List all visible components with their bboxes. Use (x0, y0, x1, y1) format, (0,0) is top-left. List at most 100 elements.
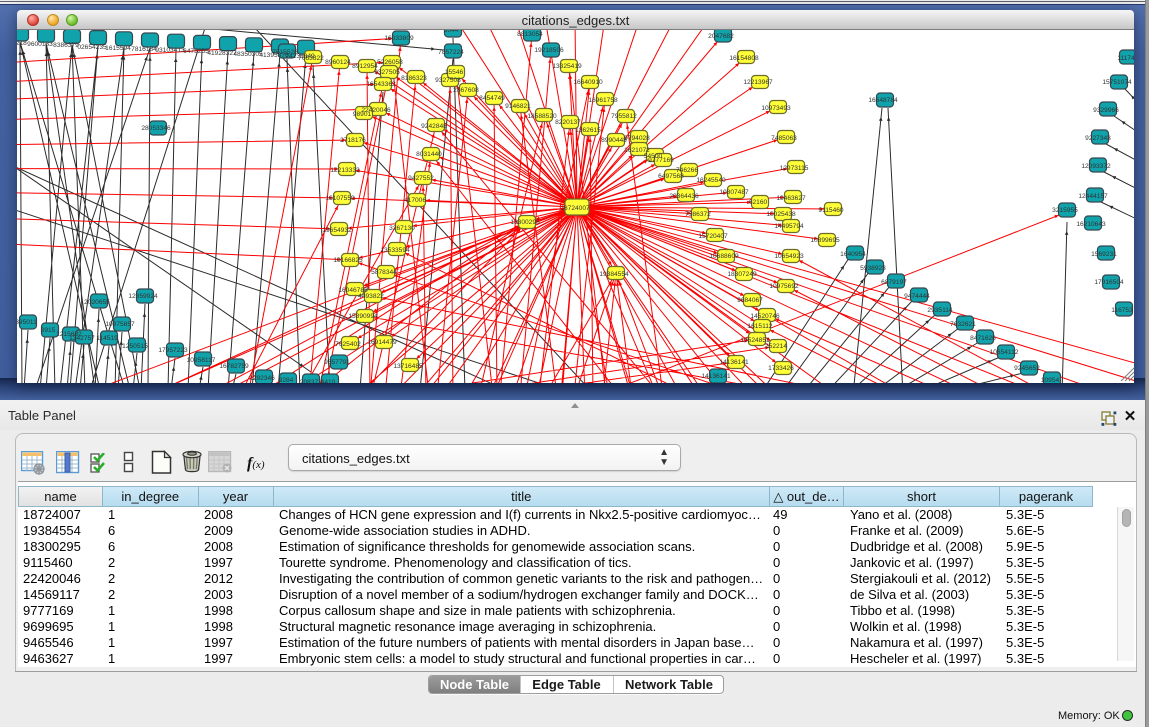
svg-text:1615594: 1615594 (105, 45, 131, 52)
svg-text:12359924: 12359924 (128, 293, 158, 300)
svg-text:10654923: 10654923 (774, 253, 804, 260)
svg-text:4493822: 4493822 (358, 293, 384, 300)
svg-text:19166825: 19166825 (333, 257, 363, 264)
svg-text:16210643: 16210643 (1076, 221, 1106, 228)
svg-text:1362615: 1362615 (575, 127, 601, 134)
svg-text:13325419: 13325419 (552, 63, 582, 70)
svg-text:14495794: 14495794 (774, 223, 804, 230)
svg-text:10899695: 10899695 (810, 237, 840, 244)
svg-text:7625402: 7625402 (335, 341, 361, 348)
svg-text:18300295: 18300295 (510, 219, 540, 226)
svg-text:10973493: 10973493 (761, 105, 791, 112)
svg-text:10958117: 10958117 (187, 357, 216, 364)
svg-text:18307249: 18307249 (727, 271, 757, 278)
svg-text:1250515: 1250515 (122, 343, 148, 350)
svg-text:15720407: 15720407 (698, 233, 728, 240)
svg-text:13716485: 13716485 (393, 363, 423, 370)
svg-text:7955812: 7955812 (611, 113, 637, 120)
svg-text:62160: 62160 (749, 199, 768, 206)
svg-text:8044: 8044 (444, 30, 459, 34)
svg-text:8220137: 8220137 (555, 119, 581, 126)
svg-text:19218506: 19218506 (534, 47, 564, 54)
svg-text:11174: 11174 (1117, 55, 1134, 62)
svg-text:10654112: 10654112 (990, 349, 1019, 356)
svg-text:16154808: 16154808 (729, 55, 759, 62)
svg-text:16914479: 16914479 (367, 339, 397, 346)
svg-text:3215955: 3215955 (1052, 207, 1078, 214)
svg-text:20837: 20837 (300, 379, 319, 383)
svg-text:16640910: 16640910 (573, 79, 603, 86)
svg-text:8813054: 8813054 (517, 31, 543, 38)
svg-text:14136141: 14136141 (719, 359, 749, 366)
svg-text:1615112: 1615112 (747, 323, 773, 330)
svg-text:19463627: 19463627 (776, 195, 806, 202)
svg-text:12213967: 12213967 (743, 79, 773, 86)
svg-text:9115460: 9115460 (818, 207, 844, 214)
svg-text:1640954: 1640954 (840, 251, 866, 258)
svg-text:12093372: 12093372 (1081, 163, 1111, 170)
svg-text:10688609: 10688609 (709, 253, 739, 260)
svg-text:7485063: 7485063 (771, 135, 797, 142)
svg-text:2047682: 2047682 (708, 33, 734, 40)
svg-text:16107559: 16107559 (325, 195, 355, 202)
svg-text:28053346: 28053346 (141, 125, 171, 132)
svg-text:7632621: 7632621 (950, 321, 976, 328)
svg-text:10025438: 10025438 (766, 211, 796, 218)
svg-text:12973115: 12973115 (780, 165, 809, 172)
svg-text:18588520: 18588520 (527, 113, 557, 120)
svg-text:8960124: 8960124 (325, 59, 351, 66)
svg-text:6497568: 6497568 (658, 173, 684, 180)
svg-text:114519: 114519 (96, 335, 118, 342)
svg-text:7663822: 7663822 (298, 55, 324, 62)
svg-text:14136141: 14136141 (701, 373, 731, 380)
svg-text:14520746: 14520746 (750, 313, 780, 320)
svg-text:02654235: 02654235 (77, 44, 107, 51)
svg-text:8031440: 8031440 (416, 151, 442, 158)
svg-text:8186323: 8186323 (401, 75, 427, 82)
svg-text:9245652: 9245652 (1014, 365, 1040, 372)
svg-text:16961758: 16961758 (588, 97, 618, 104)
svg-text:7816184: 7816184 (131, 46, 157, 53)
svg-text:2718176: 2718176 (340, 137, 366, 144)
svg-text:1342757: 1342757 (69, 335, 95, 342)
svg-text:7986372: 7986372 (685, 211, 711, 218)
svg-text:8471626: 8471626 (970, 335, 996, 342)
svg-text:17957223: 17957223 (158, 347, 188, 354)
svg-text:16648784: 16648784 (868, 97, 898, 104)
svg-text:3267130: 3267130 (389, 225, 415, 232)
svg-text:15751074: 15751074 (1102, 79, 1132, 86)
svg-text:18724007: 18724007 (560, 205, 590, 212)
svg-text:12213333: 12213333 (330, 167, 360, 174)
svg-text:9657791: 9657791 (324, 359, 350, 366)
svg-text:2020655: 2020655 (84, 299, 110, 306)
svg-text:19384554: 19384554 (599, 271, 629, 278)
svg-text:15890994: 15890994 (348, 313, 378, 320)
svg-text:12444157: 12444157 (1078, 193, 1108, 200)
svg-text:5938923: 5938923 (860, 265, 886, 272)
svg-text:9242848: 9242848 (421, 123, 447, 130)
svg-text:2867608: 2867608 (453, 87, 479, 94)
svg-text:1569231: 1569231 (1091, 251, 1117, 258)
svg-text:9777169: 9777169 (648, 157, 674, 164)
svg-text:16245540: 16245540 (696, 177, 726, 184)
svg-text:9794028: 9794028 (624, 135, 650, 142)
svg-text:9327508: 9327508 (435, 77, 461, 84)
svg-text:9284: 9284 (279, 377, 294, 383)
svg-text:5226058: 5226058 (377, 59, 403, 66)
svg-text:9427552: 9427552 (408, 175, 434, 182)
svg-text:9227343: 9227343 (1085, 135, 1111, 142)
svg-text:0433218: 0433218 (17, 40, 27, 47)
svg-text:417006: 417006 (404, 197, 426, 204)
svg-text:9684067: 9684067 (737, 297, 763, 304)
svg-text:3915: 3915 (41, 327, 56, 334)
svg-text:7857224: 7857224 (438, 49, 464, 56)
svg-text:9327505: 9327505 (374, 69, 400, 76)
svg-text:4410: 4410 (321, 379, 336, 383)
svg-text:1292346: 1292346 (249, 375, 275, 382)
svg-text:9329966: 9329966 (1093, 107, 1119, 114)
svg-text:8386379: 8386379 (53, 42, 79, 49)
svg-text:8454749: 8454749 (479, 95, 505, 102)
svg-text:19654932: 19654932 (322, 227, 352, 234)
svg-text:116753: 116753 (1111, 307, 1133, 314)
svg-text:1733426: 1733426 (768, 365, 794, 372)
